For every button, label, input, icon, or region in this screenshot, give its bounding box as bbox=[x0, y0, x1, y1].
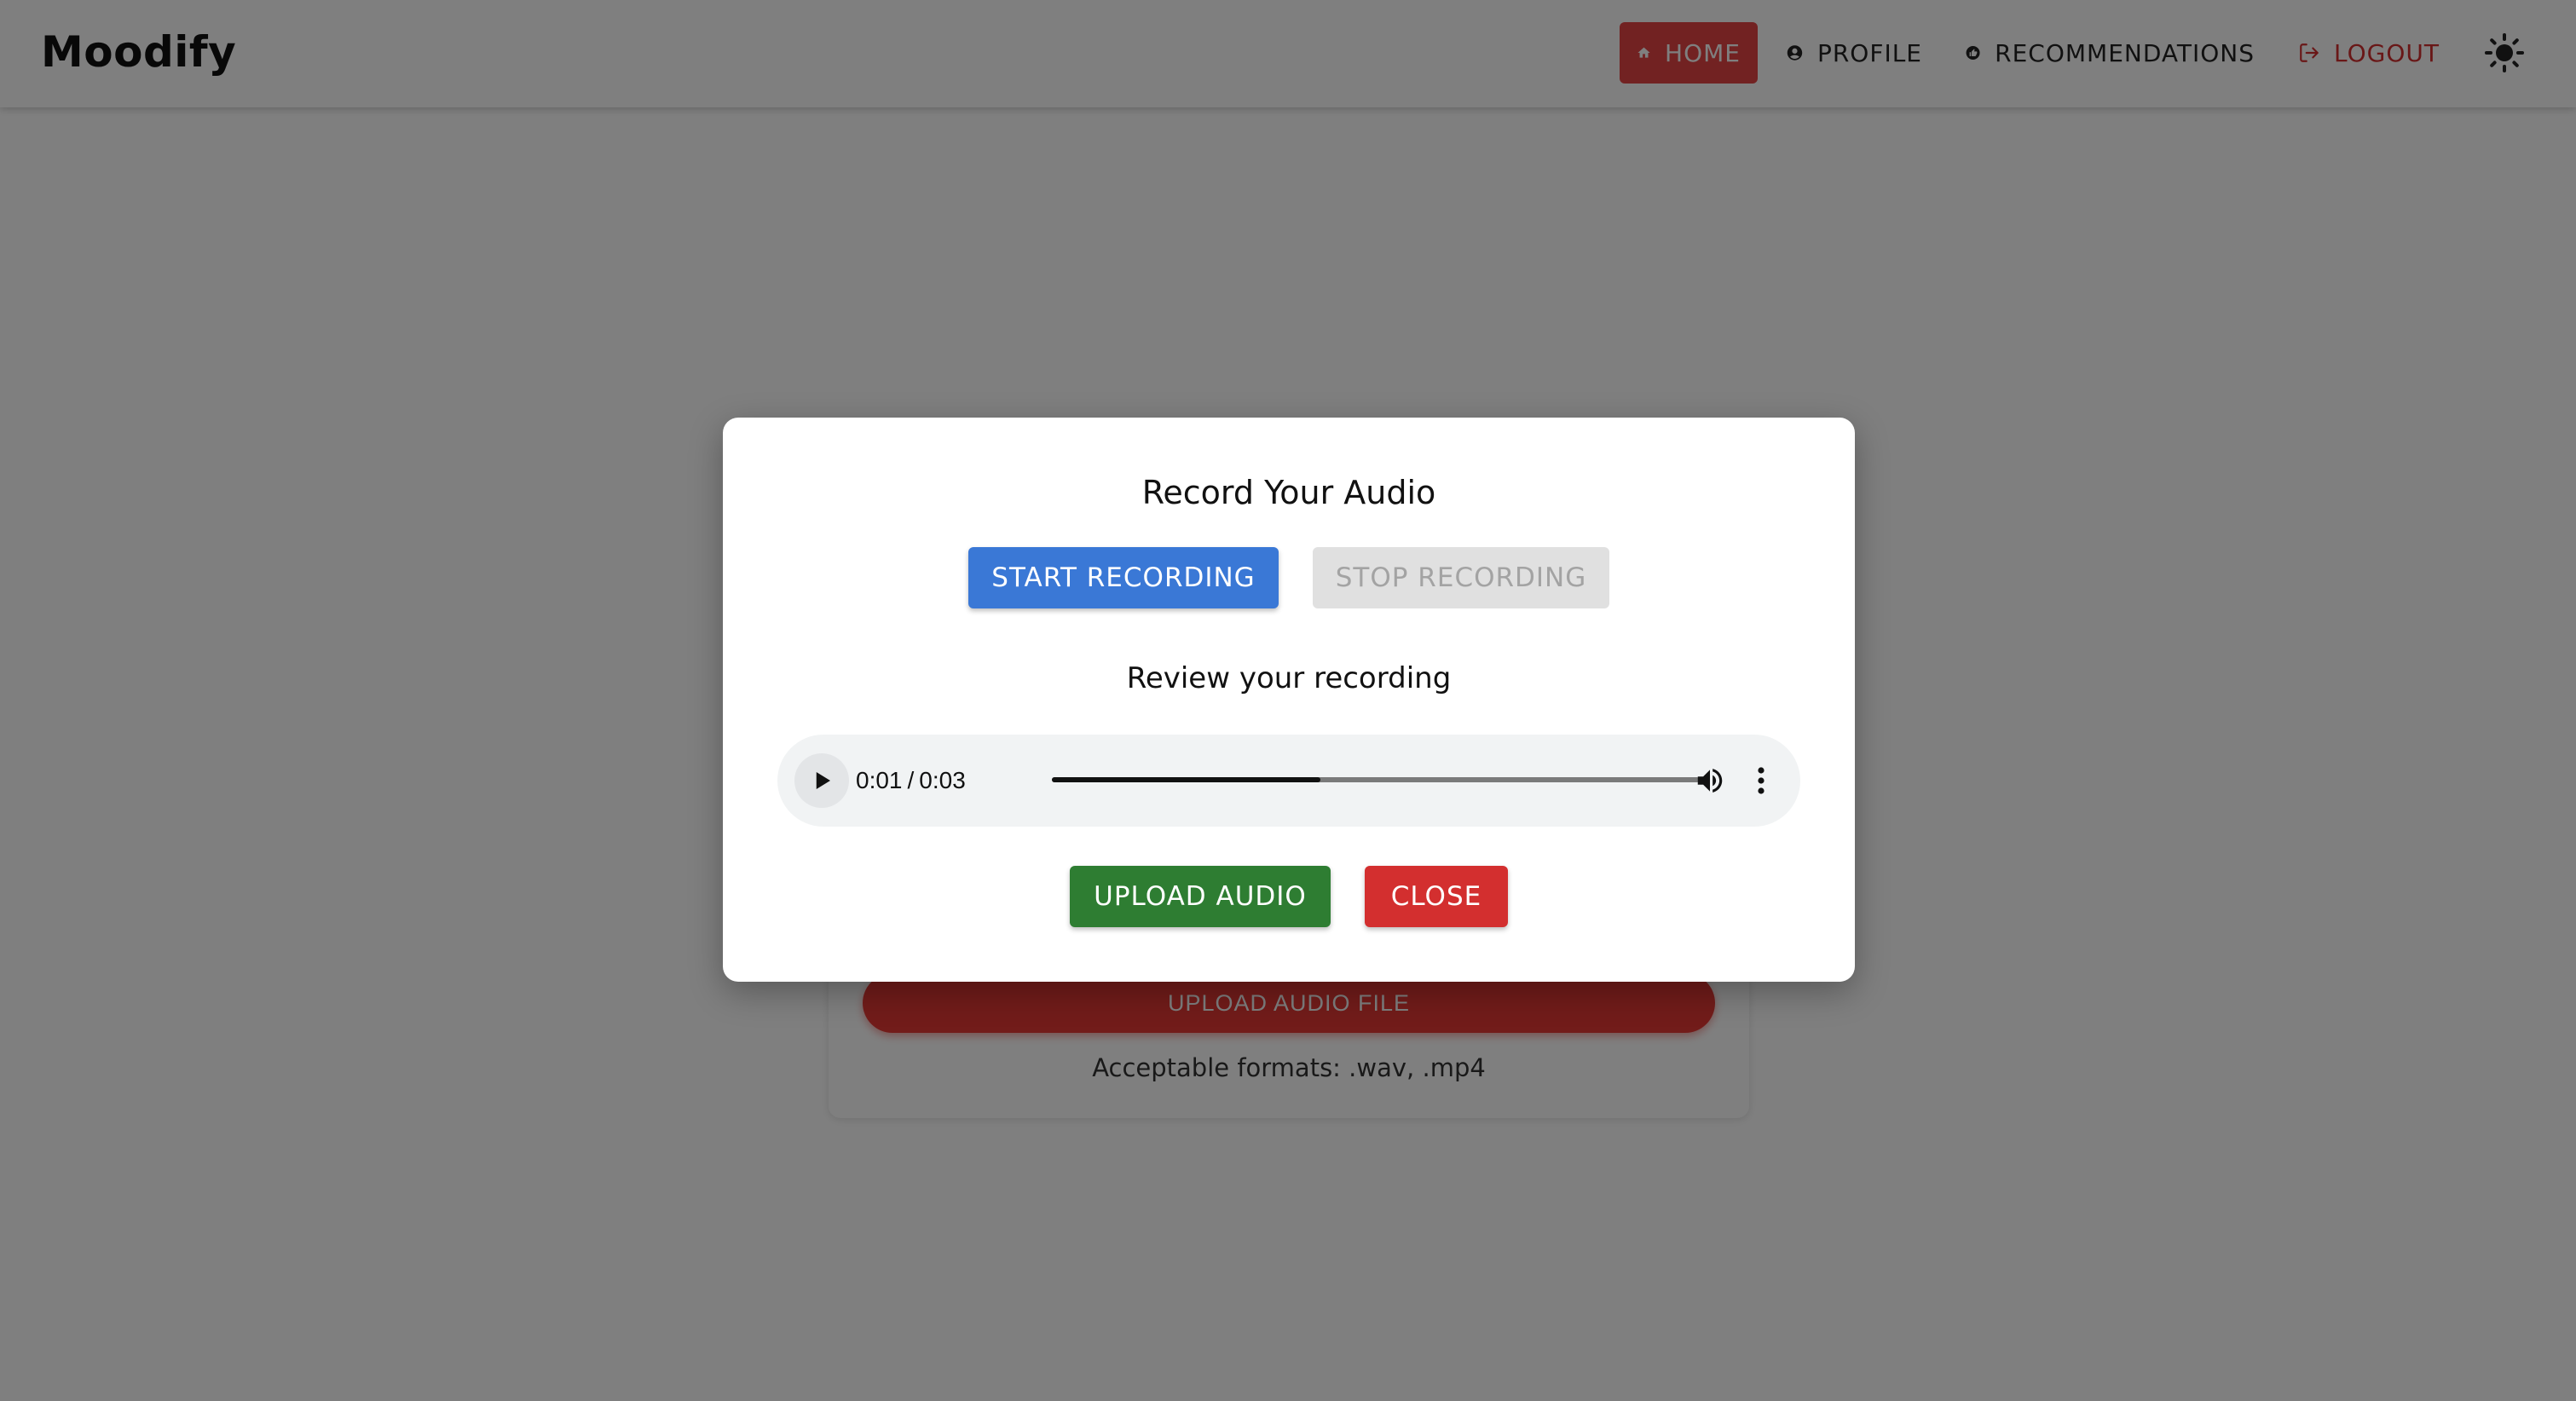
more-options-button[interactable] bbox=[1746, 760, 1776, 801]
playback-time: 0:01/0:03 bbox=[856, 735, 966, 827]
volume-button[interactable] bbox=[1689, 760, 1730, 801]
record-audio-dialog: Record Your Audio START RECORDING STOP R… bbox=[723, 418, 1855, 982]
start-recording-button[interactable]: START RECORDING bbox=[968, 547, 1279, 608]
play-icon bbox=[816, 772, 830, 789]
review-recording-label: Review your recording bbox=[1126, 661, 1452, 695]
volume-icon bbox=[1697, 769, 1723, 793]
seek-bar-progress bbox=[1052, 777, 1321, 782]
close-button[interactable]: CLOSE bbox=[1365, 866, 1508, 927]
duration: 0:03 bbox=[919, 767, 966, 793]
upload-audio-button[interactable]: UPLOAD AUDIO bbox=[1070, 866, 1331, 927]
audio-player: 0:01/0:03 bbox=[777, 735, 1800, 827]
seek-bar[interactable] bbox=[1052, 777, 1700, 782]
stop-recording-button: STOP RECORDING bbox=[1313, 547, 1609, 608]
more-vertical-icon bbox=[1758, 767, 1765, 794]
time-separator: / bbox=[907, 767, 915, 793]
play-button[interactable] bbox=[794, 753, 849, 808]
current-time: 0:01 bbox=[856, 767, 903, 793]
dialog-title: Record Your Audio bbox=[1141, 474, 1436, 511]
